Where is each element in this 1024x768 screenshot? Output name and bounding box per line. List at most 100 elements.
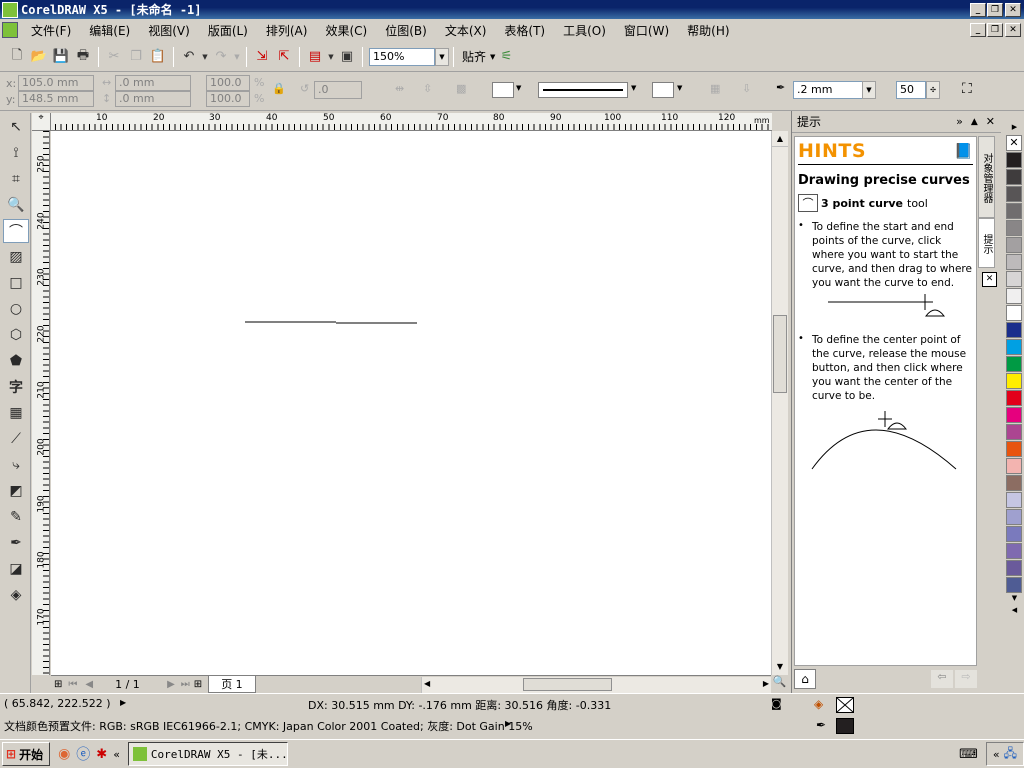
color-swatch[interactable] [1006,152,1022,168]
smart-fill-tool-icon[interactable]: ▨ [3,245,29,269]
menu-arrange[interactable]: 排列(A) [257,22,317,39]
redo-dropdown-icon[interactable]: ▼ [232,46,242,68]
ie-icon[interactable]: ⓔ [76,744,90,764]
color-swatch[interactable] [1006,322,1022,338]
pick-tool-icon[interactable]: ↖ [3,115,29,139]
undo-dropdown-icon[interactable]: ▼ [200,46,210,68]
color-swatch[interactable] [1006,356,1022,372]
color-swatch[interactable] [1006,237,1022,253]
object-manager-tab[interactable]: 对象管理器 [978,136,995,218]
new-document-icon[interactable]: 🗋 [6,46,28,68]
crop-tool-icon[interactable]: ⌗ [3,167,29,191]
color-swatch[interactable] [1006,577,1022,593]
print-icon[interactable]: 🖶 [72,46,94,68]
doc-close-button[interactable]: ✕ [1005,23,1021,37]
keyboard-icon[interactable]: ⌨ [959,747,978,762]
color-swatch[interactable] [1006,543,1022,559]
eyedropper-tool-icon[interactable]: ✎ [3,505,29,529]
options-icon[interactable]: ⚟ [495,46,517,68]
line-style-dropdown-icon[interactable]: ▼ [631,84,636,92]
save-icon[interactable]: 💾 [50,46,72,68]
export-icon[interactable]: ⇱ [273,46,295,68]
navigator-zoom-icon[interactable]: 🔍 [771,675,788,693]
doc-minimize-button[interactable]: _ [970,23,986,37]
end-arrow-dropdown-icon[interactable]: ▼ [677,84,682,92]
horizontal-scrollbar[interactable]: ◀ ▶ [421,677,771,693]
drawing-canvas[interactable] [51,131,771,675]
menu-view[interactable]: 视图(V) [139,22,199,39]
mirror-v-icon[interactable]: ⇳ [423,82,432,95]
docker-expand-icon[interactable]: » [956,115,963,128]
chrome-icon[interactable]: ◉ [58,746,70,762]
wrap-text-icon[interactable]: ▦ [710,82,720,95]
color-swatch[interactable] [1006,458,1022,474]
taskbar-coreldraw-button[interactable]: CorelDRAW X5 - [未... [127,742,288,766]
color-swatch[interactable] [1006,288,1022,304]
side-close-icon[interactable]: ✕ [982,272,997,287]
curve-smoothing-field[interactable]: 50 [896,81,926,99]
home-icon[interactable]: ⌂ [794,669,816,689]
color-swatch[interactable] [1006,560,1022,576]
dimension-tool-icon[interactable]: ⟋ [3,427,29,451]
zoom-tool-icon[interactable]: 🔍 [3,193,29,217]
palette-scroll-up-icon[interactable]: ▶ [1005,119,1024,135]
start-arrow-selector[interactable] [492,82,514,98]
redo-icon[interactable]: ↷ [210,46,232,68]
menu-table[interactable]: 表格(T) [495,22,554,39]
color-swatch[interactable] [1006,441,1022,457]
no-color-swatch[interactable]: ✕ [1006,135,1022,151]
status-arrow-icon[interactable]: ▶ [120,698,126,707]
rectangle-tool-icon[interactable]: □ [3,271,29,295]
back-arrow-icon[interactable]: ⇦ [931,670,953,688]
vertical-ruler[interactable]: 250 240 230 220 210 200 190 180 170 [32,131,50,675]
color-swatch[interactable] [1006,407,1022,423]
start-arrow-dropdown-icon[interactable]: ▼ [516,84,521,92]
snap-to-menu[interactable]: 贴齐 [462,48,486,65]
color-swatch[interactable] [1006,186,1022,202]
copy-icon[interactable]: ❐ [125,46,147,68]
order-icon[interactable]: ⇩ [742,82,751,95]
add-page-after-icon[interactable]: ⊞ [194,679,202,690]
horizontal-scroll-thumb[interactable] [523,678,612,691]
color-swatch[interactable] [1006,220,1022,236]
table-tool-icon[interactable]: ▦ [3,401,29,425]
network-icon[interactable]: 🖧 [1004,744,1017,765]
close-button[interactable]: ✕ [1005,2,1021,17]
y-position-field[interactable]: 148.5 mm [18,91,94,107]
three-point-curve-tool-icon[interactable]: ⌒ [3,219,29,243]
open-folder-icon[interactable]: 📂 [28,46,50,68]
scale-x-field[interactable]: 100.0 [206,75,250,91]
color-swatch[interactable] [1006,475,1022,491]
auto-close-icon[interactable]: ▩ [456,82,466,95]
vertical-scroll-thumb[interactable] [773,315,787,393]
interactive-fill-tool-icon[interactable]: ◈ [3,583,29,607]
welcome-screen-icon[interactable]: ▣ [336,46,358,68]
zoom-dropdown-icon[interactable]: ▼ [435,47,449,66]
menu-window[interactable]: 窗口(W) [615,22,678,39]
ellipse-tool-icon[interactable]: ○ [3,297,29,321]
width-field[interactable]: .0 mm [115,75,191,91]
height-field[interactable]: .0 mm [115,91,191,107]
next-page-icon[interactable]: ▶ [167,679,175,690]
docker-close-icon[interactable]: ✕ [986,115,995,128]
text-tool-icon[interactable]: 字 [3,375,29,399]
menu-edit[interactable]: 编辑(E) [80,22,139,39]
tray-expand-icon[interactable]: « [993,748,1000,761]
color-swatch[interactable] [1006,254,1022,270]
hints-tab[interactable]: 提示 [978,218,995,268]
maximize-button[interactable]: ❐ [987,2,1003,17]
prev-page-icon[interactable]: ◀ [85,679,93,690]
basic-shapes-tool-icon[interactable]: ⬟ [3,349,29,373]
ruler-corner[interactable]: ⌖ [32,113,51,131]
outline-swatch[interactable] [836,718,854,734]
doc-restore-button[interactable]: ❐ [987,23,1003,37]
color-swatch[interactable] [1006,305,1022,321]
profile-arrow-icon[interactable]: ▶ [505,719,511,728]
menu-layout[interactable]: 版面(L) [199,22,257,39]
import-icon[interactable]: ⇲ [251,46,273,68]
zoom-level-field[interactable]: 150% [369,47,435,66]
minimize-button[interactable]: _ [970,2,986,17]
snap-status-icon[interactable]: ◙ [771,697,782,710]
mirror-h-icon[interactable]: ⇹ [395,82,404,95]
menu-help[interactable]: 帮助(H) [678,22,738,39]
